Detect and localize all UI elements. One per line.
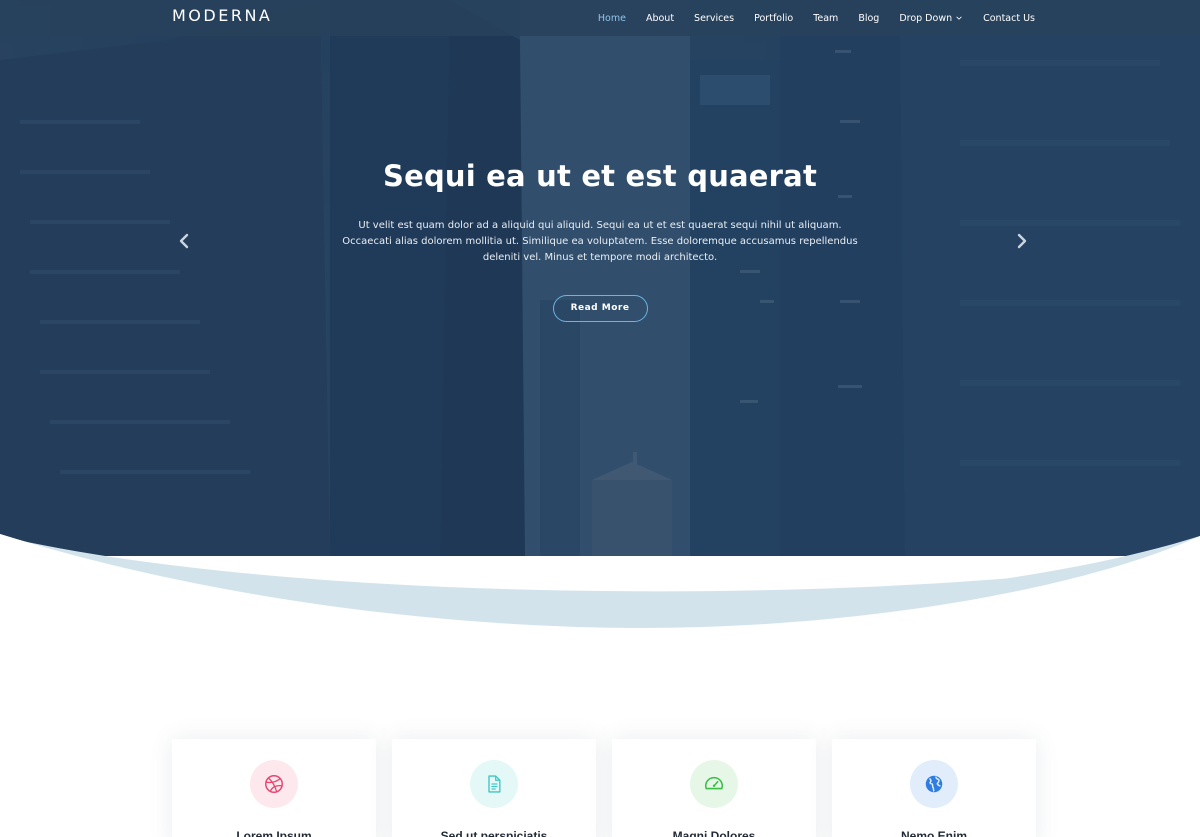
nav-item-about[interactable]: About xyxy=(646,13,674,24)
nav-item-drop-down-label: Drop Down xyxy=(899,12,953,24)
nav-item-blog[interactable]: Blog xyxy=(858,13,879,24)
nav-item-home[interactable]: Home xyxy=(598,13,626,24)
dribbble-icon xyxy=(265,775,283,793)
speedometer-icon xyxy=(704,776,724,790)
carousel-next-chevron-right-icon[interactable] xyxy=(1014,232,1030,250)
nav-item-team[interactable]: Team xyxy=(813,13,838,24)
chevron-down-icon xyxy=(956,16,962,20)
hero-wave-divider xyxy=(0,534,1200,640)
service-card-sed-ut-perspiciatis[interactable]: Sed ut perspiciatis xyxy=(392,739,596,837)
main-nav: Home About Services Portfolio Team Blog … xyxy=(578,0,1035,36)
hero-description: Ut velit est quam dolor ad a aliquid qui… xyxy=(342,220,858,263)
service-title: Sed ut perspiciatis xyxy=(440,829,548,837)
hero-slide-content: Sequi ea ut et est quaerat Ut velit est … xyxy=(300,150,900,322)
service-card-lorem-ipsum[interactable]: Lorem Ipsum xyxy=(172,739,376,837)
services-section: Lorem Ipsum Sed ut perspiciatis Magni Do… xyxy=(172,739,1036,837)
file-text-icon xyxy=(488,775,501,793)
nav-item-contact-us[interactable]: Contact Us xyxy=(983,13,1035,24)
carousel-prev-chevron-left-icon[interactable] xyxy=(176,232,192,250)
service-card-magni-dolores[interactable]: Magni Dolores xyxy=(612,739,816,837)
service-icon-wrapper xyxy=(910,760,958,808)
service-icon-wrapper xyxy=(690,760,738,808)
service-title: Nemo Enim xyxy=(900,829,967,837)
service-icon-wrapper xyxy=(250,760,298,808)
nav-item-drop-down[interactable]: Drop Down xyxy=(899,13,963,24)
service-title: Lorem Ipsum xyxy=(236,829,312,837)
nav-item-portfolio[interactable]: Portfolio xyxy=(754,13,793,24)
site-logo[interactable]: MODERNA xyxy=(172,6,272,25)
site-header: MODERNA Home About Services Portfolio Te… xyxy=(0,0,1200,36)
service-title: Magni Dolores xyxy=(672,829,756,837)
nav-item-services[interactable]: Services xyxy=(694,13,734,24)
globe-icon xyxy=(925,775,943,793)
read-more-button[interactable]: Read More xyxy=(552,295,648,322)
hero-title: Sequi ea ut et est quaerat xyxy=(382,159,818,193)
service-icon-wrapper xyxy=(470,760,518,808)
service-card-nemo-enim[interactable]: Nemo Enim xyxy=(832,739,1036,837)
